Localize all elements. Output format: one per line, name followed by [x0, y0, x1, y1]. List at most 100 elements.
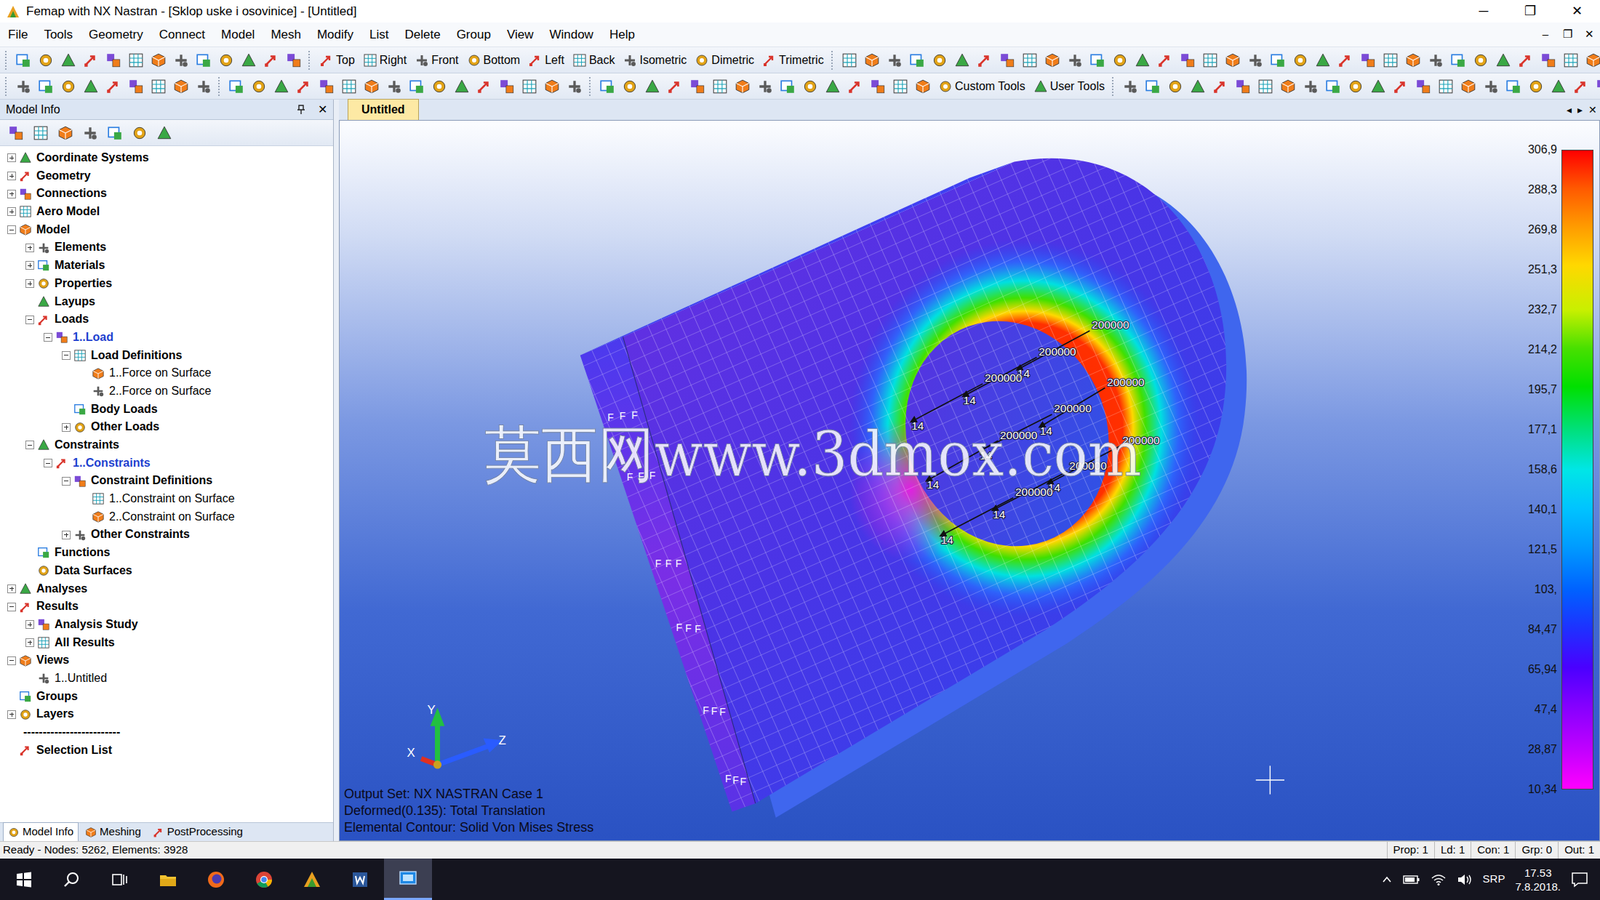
taskbar-app[interactable] [192, 858, 240, 900]
toolbar-button[interactable] [154, 122, 175, 144]
tree-item[interactable]: All Results [0, 634, 334, 653]
view-button[interactable]: Top [316, 49, 358, 72]
toolbar-button[interactable] [1503, 75, 1524, 98]
toolbar-button[interactable] [541, 75, 563, 98]
view-button[interactable]: Isometric [619, 49, 690, 72]
panel-tab[interactable]: Meshing [80, 822, 147, 843]
toolbar-button[interactable] [1515, 49, 1536, 72]
document-nav-button[interactable]: ▸ [1574, 102, 1586, 118]
pin-icon[interactable] [296, 104, 307, 115]
tree-item[interactable]: Analyses [0, 580, 334, 599]
toolbar-button[interactable] [1493, 49, 1514, 72]
tree-expander[interactable] [7, 153, 16, 163]
tree-expander[interactable] [25, 315, 35, 325]
toolbar-button[interactable] [316, 75, 337, 98]
toolbar-button[interactable] [13, 49, 34, 72]
toolbar-button[interactable] [890, 75, 911, 98]
toolbar-button[interactable] [238, 49, 259, 72]
toolbar-button[interactable] [5, 122, 27, 144]
window-control-button[interactable]: ✕ [1553, 0, 1600, 23]
toolbar-button[interactable] [754, 75, 776, 98]
tree-item[interactable]: Body Loads [0, 400, 334, 419]
toolbar-button[interactable] [148, 49, 169, 72]
toolbar-button[interactable] [1177, 49, 1198, 72]
taskbar-app[interactable] [384, 858, 432, 900]
toolbar-button[interactable] [1109, 49, 1131, 72]
panel-tab[interactable]: Model Info [2, 822, 79, 843]
tree-item[interactable]: Connections [0, 184, 334, 203]
toolbar-button[interactable] [1470, 49, 1491, 72]
toolbar-button[interactable] [283, 49, 304, 72]
toolbar-button[interactable] [822, 75, 843, 98]
menu-item[interactable]: Tools [35, 24, 81, 46]
model-canvas[interactable]: 2000001420000014200000142000001420000014… [339, 120, 1600, 841]
toolbar-button[interactable] [35, 75, 56, 98]
tree-item[interactable]: Coordinate Systems [0, 149, 334, 168]
document-control-button[interactable]: – [1534, 26, 1557, 43]
view-button[interactable]: Back [569, 49, 619, 72]
toolbar-button[interactable] [148, 75, 169, 98]
toolbar-button[interactable] [619, 75, 640, 98]
toolbar-button[interactable] [1267, 49, 1288, 72]
toolbar-button[interactable] [1210, 75, 1231, 98]
toolbar-button[interactable] [664, 75, 686, 98]
search-button[interactable] [48, 858, 96, 900]
toolbar-button[interactable] [248, 75, 270, 98]
start-button[interactable] [0, 858, 48, 900]
toolbar-button[interactable] [1448, 49, 1469, 72]
toolbar-button[interactable] [997, 49, 1018, 72]
tree-item[interactable]: Data Surfaces [0, 562, 334, 581]
task-view-button[interactable] [96, 858, 144, 900]
toolbar-button[interactable] [80, 49, 102, 72]
window-control-button[interactable]: ─ [1460, 0, 1507, 23]
toolbar-button[interactable] [1200, 49, 1221, 72]
toolbar-button[interactable] [974, 49, 995, 72]
clock[interactable]: 17.537.8.2018. [1514, 866, 1561, 894]
tree-expander[interactable] [7, 207, 16, 216]
input-language[interactable]: SRP [1482, 871, 1506, 888]
document-nav-button[interactable]: ✕ [1585, 102, 1600, 118]
toolbar-button[interactable] [1402, 49, 1424, 72]
toolbar-grip[interactable] [589, 77, 593, 96]
tree-item[interactable]: Other Loads [0, 418, 334, 437]
toolbar-button[interactable] [1019, 49, 1040, 72]
tree-item[interactable]: 1..Constraints [0, 454, 334, 473]
toolbar-grip[interactable] [308, 50, 312, 70]
tree-item[interactable]: Results [0, 597, 334, 616]
toolbar-button[interactable] [1345, 75, 1366, 98]
document-control-button[interactable]: ✕ [1578, 26, 1600, 43]
tree-expander[interactable] [7, 710, 16, 720]
tree-item[interactable]: 1..Constraint on Surface [0, 490, 334, 509]
toolbar-button[interactable] [271, 75, 292, 98]
tree-item[interactable]: Other Constraints [0, 525, 334, 544]
toolbar-button[interactable] [1390, 75, 1411, 98]
splitter[interactable] [333, 99, 339, 842]
tree-expander[interactable] [7, 656, 16, 666]
toolbar-button[interactable] [55, 122, 76, 144]
toolbar-button[interactable] [170, 75, 192, 98]
tree-item[interactable]: 1..Untitled [0, 669, 334, 688]
toolbar-button[interactable] [125, 75, 147, 98]
toolbar-button[interactable] [800, 75, 821, 98]
tree-expander[interactable] [25, 620, 35, 630]
view-button[interactable]: Bottom [464, 49, 524, 72]
tree-item[interactable]: Constraint Definitions [0, 472, 334, 491]
view-button[interactable]: Right [360, 49, 410, 72]
toolbar-button[interactable] [129, 122, 150, 144]
tree-item[interactable]: 2..Force on Surface [0, 382, 334, 401]
notifications-icon[interactable] [1570, 872, 1589, 888]
toolbar-button[interactable] [451, 75, 472, 98]
tree-expander[interactable] [61, 530, 71, 540]
tree-item[interactable]: 1..Load [0, 328, 334, 347]
toolbar-button[interactable] [1132, 49, 1153, 72]
toolbar-grip[interactable] [218, 77, 222, 96]
tree-expander[interactable] [25, 440, 35, 450]
toolbar-button[interactable] [1335, 49, 1356, 72]
tree-expander[interactable] [61, 477, 71, 486]
toolbar-button[interactable] [519, 75, 540, 98]
graphics-viewport[interactable]: 2000001420000014200000142000001420000014… [338, 120, 1600, 842]
tree-expander[interactable] [7, 602, 16, 612]
toolbar-button[interactable] [1322, 75, 1344, 98]
toolbar-button[interactable] [1570, 75, 1592, 98]
toolbar-button[interactable] [1290, 49, 1311, 72]
